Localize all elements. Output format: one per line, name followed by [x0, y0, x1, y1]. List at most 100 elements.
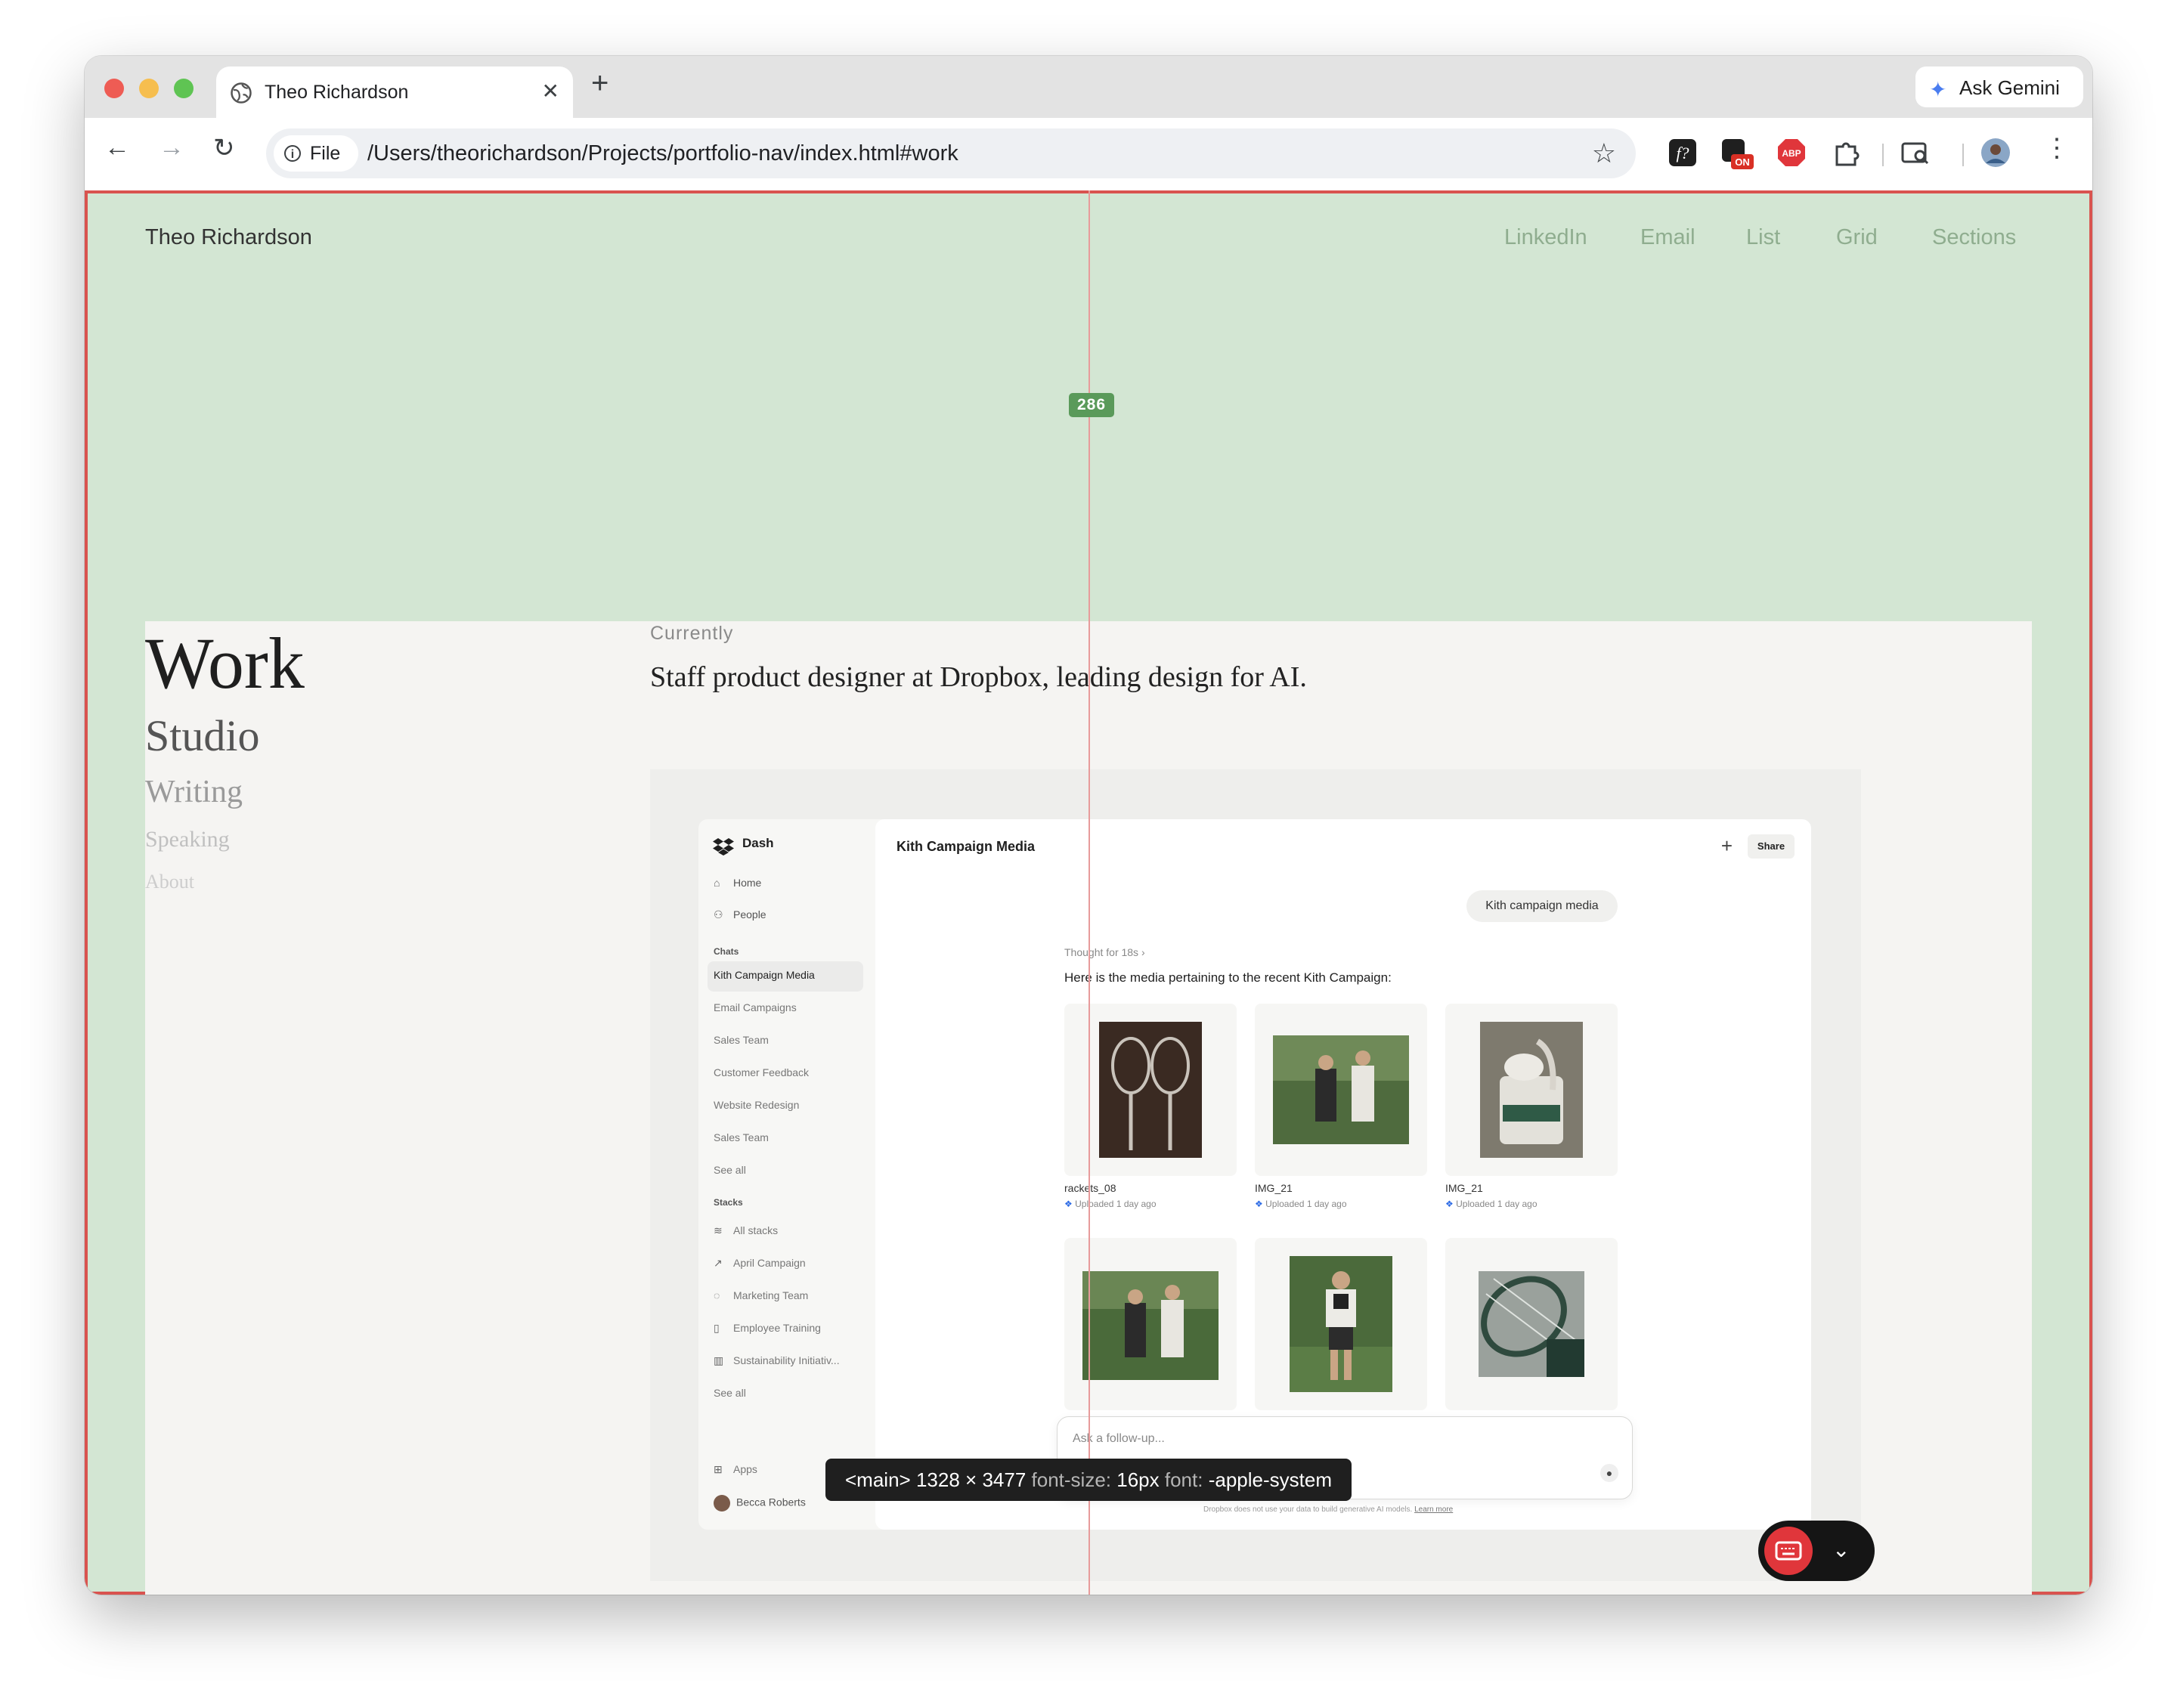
inspector-tag: <main> [845, 1468, 911, 1491]
dash-nav-home[interactable]: ⌂ Home [714, 877, 761, 889]
switch-extension-icon[interactable]: ON [1720, 136, 1755, 171]
reload-icon[interactable]: ↻ [213, 133, 235, 163]
address-bar[interactable]: i File /Users/theorichardson/Projects/po… [266, 128, 1636, 178]
media-meta: ❖ Uploaded 1 day ago [1255, 1199, 1347, 1209]
stack-item[interactable]: ▯ Employee Training [714, 1322, 821, 1335]
media-card[interactable] [1445, 1238, 1618, 1410]
close-tab-icon[interactable]: ✕ [542, 79, 559, 104]
globe-icon [231, 82, 252, 104]
close-window-button[interactable] [104, 79, 124, 98]
record-button[interactable] [1764, 1527, 1813, 1575]
role-statement: Staff product designer at Dropbox, leadi… [650, 661, 1307, 693]
browser-toolbar: ← → ↻ i File /Users/theorichardson/Proje… [85, 118, 2092, 190]
bookmark-star-icon[interactable]: ☆ [1592, 138, 1616, 169]
media-card[interactable] [1064, 1238, 1237, 1410]
extensions-puzzle-icon[interactable] [1831, 138, 1861, 168]
browser-tab[interactable]: Theo Richardson ✕ [216, 67, 573, 119]
chat-item[interactable]: Kith Campaign Media [714, 969, 815, 981]
media-card[interactable] [1064, 1004, 1237, 1176]
stack-item[interactable]: ↗ April Campaign [714, 1257, 806, 1270]
nav-linkedin[interactable]: LinkedIn [1504, 225, 1587, 250]
people-icon: ⚇ [714, 908, 723, 921]
section-link-studio[interactable]: Studio [145, 710, 260, 761]
back-arrow-icon[interactable]: ← [104, 133, 130, 162]
chats-see-all[interactable]: See all [714, 1164, 746, 1176]
media-meta-text: Uploaded 1 day ago [1265, 1199, 1347, 1209]
chat-bubble-icon: ◌ [714, 1289, 720, 1301]
building-icon: ▥ [714, 1354, 724, 1366]
element-inspector-tooltip: <main> 1328 × 3477 font-size: 16px font:… [825, 1459, 1352, 1501]
browser-menu-icon[interactable]: ⋮ [2044, 133, 2070, 163]
ask-gemini-label: Ask Gemini [1959, 76, 2060, 99]
dash-nav-people[interactable]: ⚇ People [714, 908, 766, 921]
chat-item[interactable]: Website Redesign [714, 1099, 799, 1111]
chevron-down-icon[interactable]: ⌄ [1832, 1537, 1850, 1562]
inspector-font: -apple-system [1208, 1468, 1332, 1491]
url-text[interactable]: /Users/theorichardson/Projects/portfolio… [367, 141, 958, 166]
profile-avatar-icon[interactable] [1980, 138, 2011, 168]
nav-grid[interactable]: Grid [1836, 225, 1878, 250]
stack-label: Sustainability Initiativ... [733, 1354, 840, 1366]
chat-item[interactable]: Customer Feedback [714, 1066, 809, 1078]
stack-label: All stacks [733, 1224, 779, 1236]
dropbox-mini-icon: ❖ [1445, 1199, 1454, 1209]
media-card[interactable] [1255, 1238, 1427, 1410]
rocket-icon: ↗ [714, 1257, 723, 1269]
media-name: IMG_21 [1445, 1182, 1483, 1194]
stack-item[interactable]: ◌ Marketing Team [714, 1289, 808, 1301]
share-button[interactable]: Share [1748, 834, 1795, 859]
site-info-chip[interactable]: i File [274, 135, 358, 172]
recorder-widget[interactable]: ⌄ [1758, 1521, 1875, 1581]
section-link-about[interactable]: About [145, 871, 194, 893]
dropbox-mini-icon: ❖ [1064, 1199, 1073, 1209]
stacks-see-all[interactable]: See all [714, 1387, 746, 1399]
media-meta: ❖ Uploaded 1 day ago [1064, 1199, 1157, 1209]
tab-search-icon[interactable] [1900, 138, 1931, 168]
fullscreen-window-button[interactable] [174, 79, 194, 98]
media-name: rackets_08 [1064, 1182, 1116, 1194]
chat-item[interactable]: Email Campaigns [714, 1001, 797, 1013]
stack-label: Marketing Team [733, 1289, 809, 1301]
currently-label: Currently [650, 623, 734, 644]
home-icon: ⌂ [714, 877, 720, 889]
media-card[interactable] [1255, 1004, 1427, 1176]
mic-icon[interactable]: ● [1600, 1464, 1618, 1482]
thought-toggle[interactable]: Thought for 18s › [1064, 946, 1145, 958]
ask-gemini-button[interactable]: ✦ Ask Gemini [1915, 67, 2083, 107]
nav-email[interactable]: Email [1640, 225, 1695, 250]
assistant-answer: Here is the media pertaining to the rece… [1064, 970, 1392, 985]
svg-text:f?: f? [1676, 144, 1689, 162]
nav-sections[interactable]: Sections [1932, 225, 2016, 250]
site-name[interactable]: Theo Richardson [145, 225, 312, 250]
media-meta: ❖ Uploaded 1 day ago [1445, 1199, 1538, 1209]
section-link-speaking[interactable]: Speaking [145, 827, 230, 852]
stack-item[interactable]: ▥ Sustainability Initiativ... [714, 1354, 840, 1367]
adblock-plus-icon[interactable]: ABP [1776, 138, 1807, 168]
layers-icon: ≋ [714, 1224, 723, 1236]
fontface-extension-icon[interactable]: f? [1668, 138, 1698, 168]
stack-item[interactable]: ≋ All stacks [714, 1224, 778, 1237]
stacks-heading: Stacks [714, 1197, 743, 1208]
learn-more-link[interactable]: Learn more [1414, 1505, 1453, 1514]
minimize-window-button[interactable] [139, 79, 159, 98]
inspector-font-label: font: [1164, 1468, 1203, 1491]
forward-arrow-icon[interactable]: → [159, 133, 184, 162]
inspector-fs: 16px [1116, 1468, 1160, 1491]
nav-list[interactable]: List [1746, 225, 1780, 250]
section-link-writing[interactable]: Writing [145, 774, 243, 810]
rackets-photo [1099, 1022, 1202, 1158]
chat-item[interactable]: Sales Team [714, 1131, 769, 1143]
measure-badge: 286 [1069, 393, 1114, 417]
follow-up-placeholder: Ask a follow-up... [1073, 1432, 1165, 1445]
new-chat-plus-icon[interactable]: + [1721, 834, 1733, 858]
new-tab-button[interactable]: + [591, 67, 609, 101]
user-item[interactable]: Becca Roberts [714, 1495, 806, 1512]
book-icon: ▯ [714, 1322, 720, 1334]
media-card[interactable] [1445, 1004, 1618, 1176]
dash-app-mock: Dash ⌂ Home ⚇ People Chats Kith Campaign M… [698, 819, 1811, 1530]
tab-title: Theo Richardson [265, 82, 409, 103]
section-link-work[interactable]: Work [145, 621, 305, 705]
chat-item[interactable]: Sales Team [714, 1034, 769, 1046]
apps-item[interactable]: ⊞ Apps [714, 1463, 757, 1476]
dropbox-mini-icon: ❖ [1255, 1199, 1263, 1209]
